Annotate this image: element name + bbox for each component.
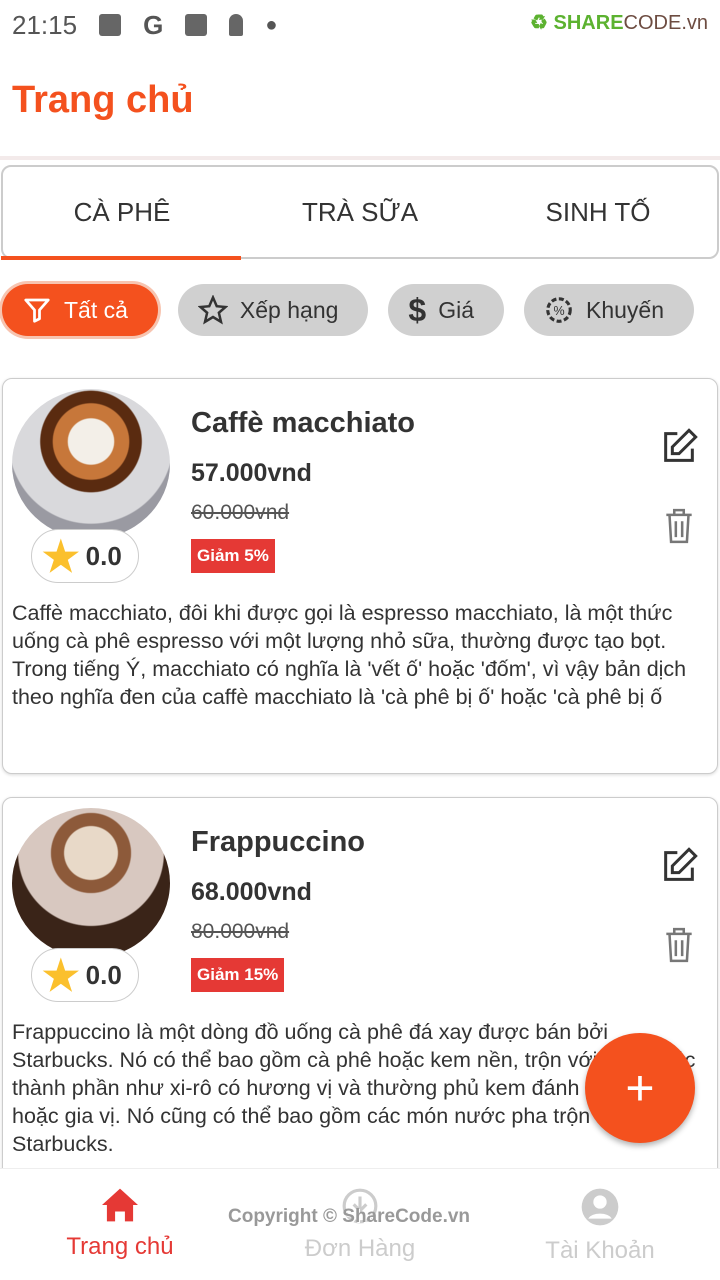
gallery-icon [99,14,122,36]
svg-text:%: % [553,304,564,318]
rating-badge: ★ 0.0 [31,948,139,1002]
star-icon: ★ [42,532,80,580]
star-icon: ★ [42,951,80,999]
product-price: 68.000vnd [191,878,312,906]
filter-icon [24,298,50,323]
edit-icon[interactable] [659,427,699,467]
edit-icon[interactable] [659,846,699,886]
filter-promo[interactable]: % Khuyến [524,284,695,336]
discount-icon: % [546,297,572,323]
nav-account[interactable]: Tài Khoản [480,1169,720,1280]
product-image [12,389,170,539]
copyright-watermark: Copyright © ShareCode.vn [228,1206,471,1227]
watermark-logo: ♻ SHARECODE.vn [530,12,708,34]
product-description: Caffè macchiato, đôi khi được gọi là esp… [12,601,687,709]
star-icon [197,295,228,325]
app-header: Trang chủ [0,50,720,160]
keyhole-icon [229,14,244,36]
dot-icon: ● [265,13,278,36]
tab-tra-sua[interactable]: TRÀ SỮA [241,167,479,257]
filter-all[interactable]: Tất cả [2,284,158,336]
filter-chips: Tất cả Xếp hạng $ Giá % Khuyến [2,284,695,336]
tab-sinh-to[interactable]: SINH TỐ [479,167,717,257]
old-price: 60.000vnd [191,501,290,524]
clock: 21:15 [12,9,78,40]
home-icon [102,1188,138,1222]
dollar-icon: $ [408,291,427,328]
product-image [12,808,170,958]
nav-home[interactable]: Trang chủ [0,1169,240,1280]
account-icon [581,1188,619,1226]
product-card[interactable]: ★ 0.0 Frappuccino 68.000vnd 80.000vnd Giả… [2,797,718,1217]
product-name: Caffè macchiato [191,407,416,439]
delete-icon[interactable] [663,926,695,964]
filter-rating[interactable]: Xếp hạng [177,284,369,336]
font-icon [185,14,208,36]
add-product-button[interactable]: + [585,1033,695,1143]
filter-price[interactable]: $ Giá [388,284,504,336]
discount-badge: Giảm 15% [191,958,285,992]
category-tabs: CÀ PHÊ TRÀ SỮA SINH TỐ [1,165,719,260]
product-price: 57.000vnd [191,459,312,487]
discount-badge: Giảm 5% [191,539,275,573]
product-card[interactable]: ★ 0.0 Caffè macchiato 57.000vnd 60.000vnd… [2,378,718,774]
tab-ca-phe[interactable]: CÀ PHÊ [1,167,241,260]
rating-badge: ★ 0.0 [31,529,139,583]
old-price: 80.000vnd [191,920,290,943]
delete-icon[interactable] [663,507,695,545]
page-title: Trang chủ [12,78,194,121]
google-icon: G [143,9,164,40]
product-name: Frappuccino [191,826,366,858]
